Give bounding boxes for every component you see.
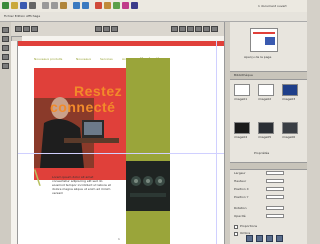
product-photo-svg bbox=[126, 161, 170, 211]
zoom-in-icon[interactable] bbox=[171, 26, 178, 32]
canvas-area[interactable]: Nouveaux produits Nouveaux Services Accu… bbox=[18, 41, 224, 244]
field-label-4: Position Y bbox=[234, 195, 249, 199]
checkbox-proportions[interactable] bbox=[234, 225, 238, 229]
nav-item-3: Services bbox=[100, 57, 113, 61]
print-icon[interactable] bbox=[29, 2, 36, 9]
preview-band bbox=[253, 32, 275, 34]
view-single-icon[interactable] bbox=[95, 26, 102, 32]
library-header: Bibliothèque bbox=[230, 71, 307, 80]
thumb-label-6: image06 bbox=[282, 135, 296, 139]
headline-2: connecté bbox=[50, 99, 116, 115]
paste-icon[interactable] bbox=[60, 2, 67, 9]
zoom-icon[interactable] bbox=[95, 2, 102, 9]
image-icon[interactable] bbox=[113, 2, 120, 9]
page-next-icon[interactable] bbox=[31, 26, 38, 32]
thumb-label-3: image03 bbox=[282, 97, 296, 101]
guides-icon[interactable] bbox=[203, 26, 210, 32]
library-thumbnail-5[interactable] bbox=[258, 122, 274, 134]
properties-header bbox=[230, 162, 307, 170]
guide-line-horizontal bbox=[18, 153, 224, 154]
document-toolbar bbox=[11, 22, 224, 37]
vertical-ruler bbox=[11, 41, 18, 244]
crop-tool-icon[interactable] bbox=[2, 45, 9, 51]
checkbox-shadow[interactable] bbox=[234, 232, 238, 236]
shape-tool-icon[interactable] bbox=[2, 54, 9, 60]
page-header-band bbox=[18, 41, 224, 46]
panel-delete-button[interactable] bbox=[256, 235, 263, 242]
thumb-label-4: image04 bbox=[234, 135, 248, 139]
view-double-icon[interactable] bbox=[103, 26, 110, 32]
redo-icon[interactable] bbox=[82, 2, 89, 9]
thumb-label-2: image02 bbox=[258, 97, 272, 101]
headline-1: Restez bbox=[74, 83, 123, 99]
text-tool-icon[interactable] bbox=[2, 36, 9, 42]
nav-item-1: Nouveaux produits bbox=[34, 57, 63, 61]
body-text: Lorem ipsum dolor sit amet consectetur a… bbox=[52, 175, 111, 195]
color-icon[interactable] bbox=[122, 2, 129, 9]
right-panel: Aperçu de la page Bibliothèque image01 i… bbox=[230, 22, 307, 244]
zoom-fit-icon[interactable] bbox=[187, 26, 194, 32]
field-label-3: Position X bbox=[234, 187, 249, 191]
menu-text[interactable]: Fichier Edition Affichage bbox=[4, 15, 40, 18]
option-label: Propriétés bbox=[254, 151, 270, 155]
checkbox-proportions-label: Proportions bbox=[240, 224, 258, 228]
thumb-label-1: image01 bbox=[234, 97, 248, 101]
olive-column bbox=[126, 58, 170, 244]
layer-icon[interactable] bbox=[131, 2, 138, 9]
decorative-letter: \ bbox=[34, 165, 41, 189]
new-icon[interactable] bbox=[2, 2, 9, 9]
library-thumbnail-1[interactable] bbox=[234, 84, 250, 96]
select-tool-icon[interactable] bbox=[2, 27, 9, 33]
product-photo bbox=[126, 161, 170, 211]
library-thumbnail-2[interactable] bbox=[258, 84, 274, 96]
guide-line-vertical bbox=[216, 41, 217, 244]
height-field[interactable] bbox=[266, 179, 284, 183]
panel-add-button[interactable] bbox=[246, 235, 253, 242]
library-label: Bibliothèque bbox=[234, 73, 253, 77]
preview-icon[interactable] bbox=[211, 26, 218, 32]
panel-duplicate-button[interactable] bbox=[266, 235, 273, 242]
preview-block bbox=[265, 37, 275, 45]
copy-icon[interactable] bbox=[51, 2, 58, 9]
library-thumbnail-3[interactable] bbox=[282, 84, 298, 96]
menu-row: Fichier Edition Affichage bbox=[0, 12, 307, 22]
library-thumbnail-6[interactable] bbox=[282, 122, 298, 134]
opacity-field[interactable] bbox=[266, 214, 284, 218]
field-label-6: Opacité bbox=[234, 214, 246, 218]
panel-settings-button[interactable] bbox=[276, 235, 283, 242]
grid-icon[interactable] bbox=[195, 26, 202, 32]
save-icon[interactable] bbox=[20, 2, 27, 9]
thumb-label-5: image05 bbox=[258, 135, 272, 139]
nav-item-2: Nouveaux bbox=[76, 57, 92, 61]
view-grid-icon[interactable] bbox=[111, 26, 118, 32]
undo-icon[interactable] bbox=[73, 2, 80, 9]
text-icon[interactable] bbox=[104, 2, 111, 9]
preview-caption: Aperçu de la page bbox=[244, 55, 272, 59]
field-label-1: Largeur bbox=[234, 171, 246, 175]
page-number: 1 bbox=[118, 237, 120, 241]
field-label-5: Rotation bbox=[234, 206, 247, 210]
open-icon[interactable] bbox=[11, 2, 18, 9]
field-label-2: Hauteur bbox=[234, 179, 247, 183]
status-text: 1 document ouvert bbox=[258, 4, 287, 8]
rotation-field[interactable] bbox=[266, 206, 284, 210]
library-thumbnail-4[interactable] bbox=[234, 122, 250, 134]
hand-tool-icon[interactable] bbox=[2, 63, 9, 69]
cut-icon[interactable] bbox=[42, 2, 49, 9]
position-y-field[interactable] bbox=[266, 195, 284, 199]
zoom-out-icon[interactable] bbox=[179, 26, 186, 32]
page-first-icon[interactable] bbox=[15, 26, 22, 32]
position-x-field[interactable] bbox=[266, 187, 284, 191]
width-field[interactable] bbox=[266, 171, 284, 175]
page-preview[interactable] bbox=[250, 28, 278, 52]
page-prev-icon[interactable] bbox=[23, 26, 30, 32]
